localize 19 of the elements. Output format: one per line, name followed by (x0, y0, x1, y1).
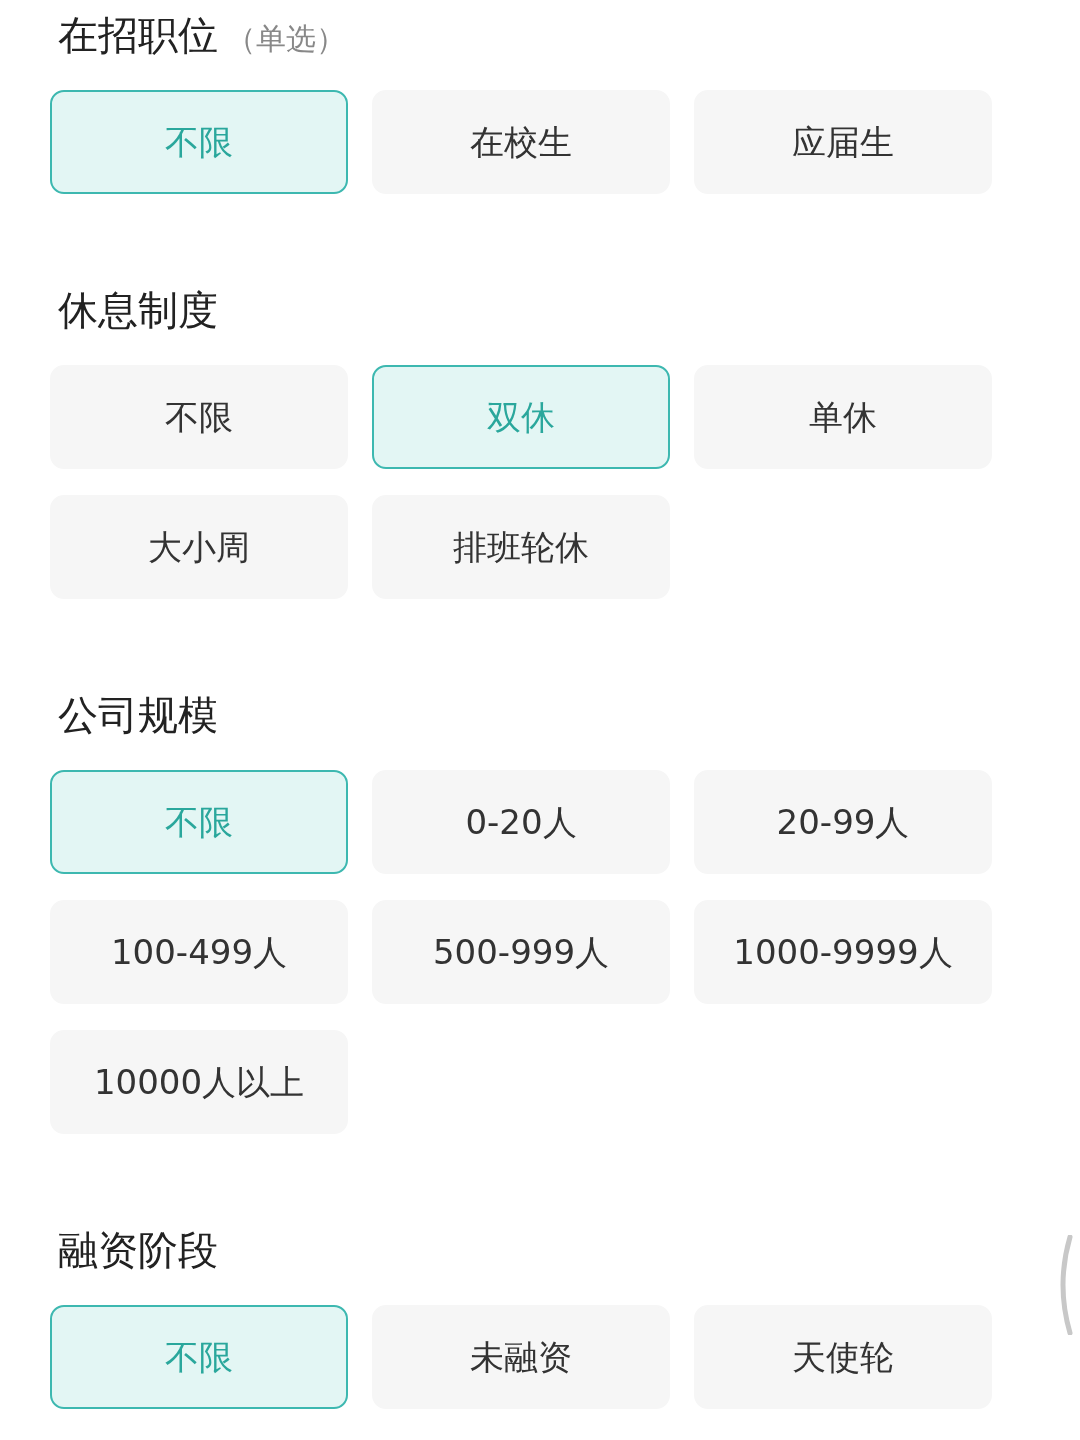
filter-option[interactable]: 不限 (50, 365, 348, 469)
filter-option[interactable]: 应届生 (694, 90, 992, 194)
section-note: （单选） (226, 20, 346, 58)
filter-option[interactable]: 大小周 (50, 495, 348, 599)
section-title: 休息制度 (58, 286, 218, 335)
filter-option[interactable]: 1000-9999人 (694, 900, 992, 1004)
filter-option[interactable]: 单休 (694, 365, 992, 469)
filter-option[interactable]: 20-99人 (694, 770, 992, 874)
section-title: 公司规模 (58, 691, 218, 740)
section-title: 融资阶段 (58, 1226, 218, 1275)
filter-option[interactable]: 未融资 (372, 1305, 670, 1409)
filter-option[interactable]: 100-499人 (50, 900, 348, 1004)
filter-option[interactable]: 500-999人 (372, 900, 670, 1004)
filter-option[interactable]: 在校生 (372, 90, 670, 194)
section-title: 在招职位 (58, 11, 218, 60)
filter-option[interactable]: 0-20人 (372, 770, 670, 874)
filter-option[interactable]: 天使轮 (694, 1305, 992, 1409)
filter-option[interactable]: 10000人以上 (50, 1030, 348, 1134)
filter-option[interactable]: 排班轮休 (372, 495, 670, 599)
